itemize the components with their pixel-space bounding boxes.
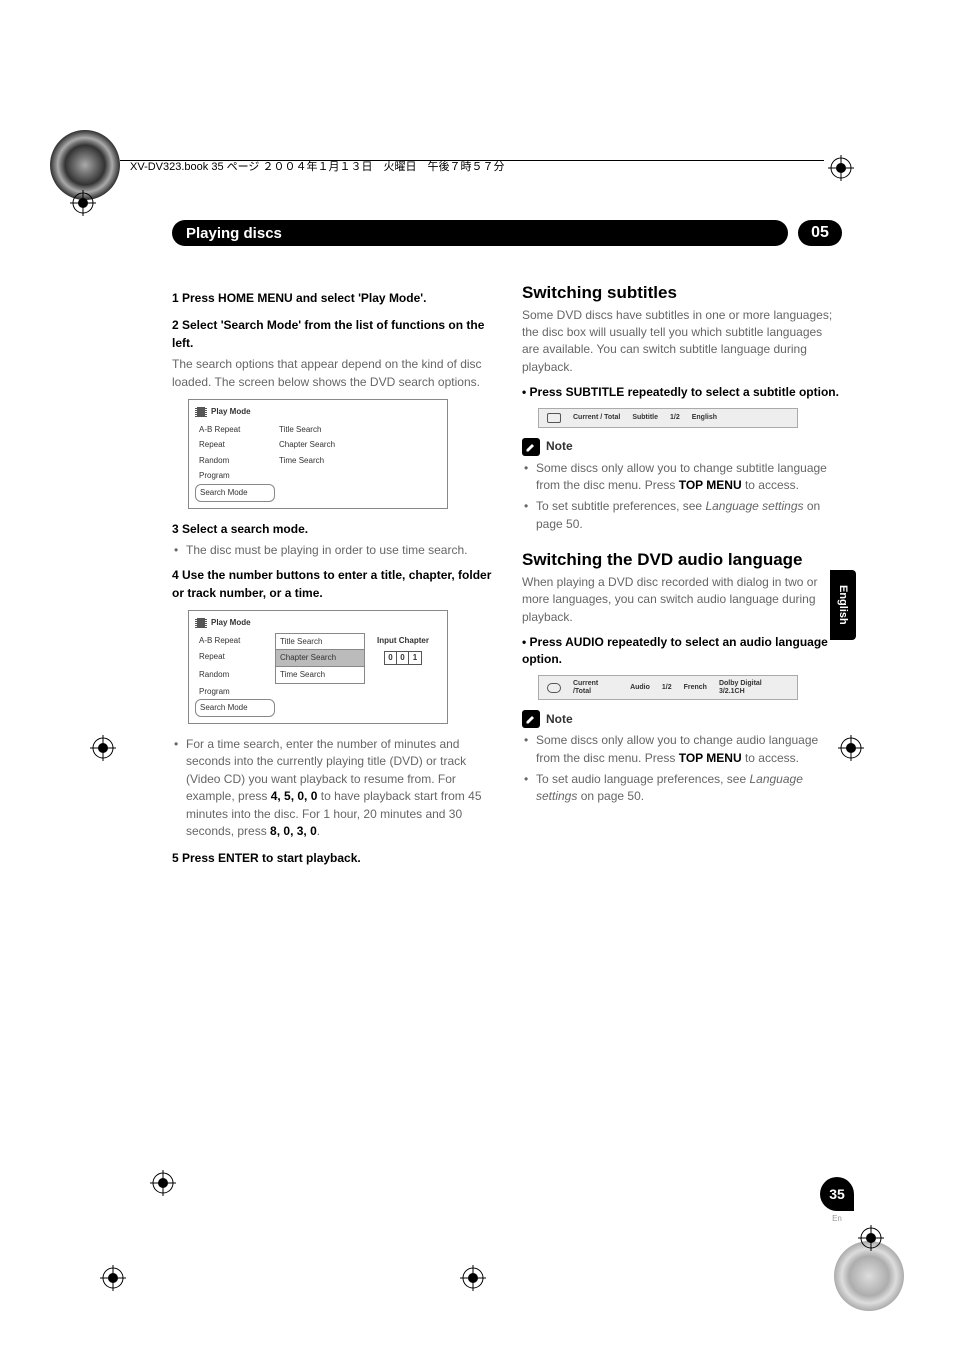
audio-note-2: To set audio language preferences, see L… (522, 771, 842, 806)
step-1: 1 Press HOME MENU and select 'Play Mode'… (172, 290, 492, 307)
pencil-icon (522, 710, 540, 728)
menu-item: Program (195, 684, 275, 700)
step-4: 4 Use the number buttons to enter a titl… (172, 567, 492, 602)
registration-mark-icon (90, 735, 116, 761)
audio-body: When playing a DVD disc recorded with di… (522, 574, 842, 626)
right-column: Switching subtitles Some DVD discs have … (522, 284, 842, 872)
subtitles-body: Some DVD discs have subtitles in one or … (522, 307, 842, 377)
registration-mark-icon (828, 155, 854, 181)
screen-title: Play Mode (211, 617, 251, 629)
chapter-title: Playing discs (172, 220, 788, 246)
left-column: 1 Press HOME MENU and select 'Play Mode'… (172, 284, 492, 872)
menu-item: Program (195, 468, 275, 484)
chapter-title-bar: Playing discs 05 (172, 220, 842, 246)
menu-item: Time Search (275, 667, 365, 684)
audio-action: • Press AUDIO repeatedly to select an au… (522, 634, 842, 669)
film-icon (195, 407, 207, 417)
subtitle-osd: Current / Total Subtitle 1/2 English (538, 408, 798, 428)
play-mode-screen-1: Play Mode A-B RepeatTitle Search RepeatC… (188, 399, 448, 509)
audio-note-1: Some discs only allow you to change audi… (522, 732, 842, 767)
chapter-number: 05 (798, 220, 842, 246)
screen-title: Play Mode (211, 406, 251, 418)
menu-item: Random (195, 453, 275, 469)
page-lang: En (832, 1214, 842, 1223)
step-3-bullet: The disc must be playing in order to use… (172, 542, 492, 559)
subs-note-1: Some discs only allow you to change subt… (522, 460, 842, 495)
note-label: Note (546, 711, 573, 728)
note-label: Note (546, 438, 573, 455)
menu-item: Repeat (195, 437, 275, 453)
registration-mark-icon (858, 1225, 884, 1251)
menu-item-selected: Chapter Search (275, 649, 365, 667)
audio-osd: Current /Total Audio 1/2 French Dolby Di… (538, 675, 798, 700)
source-file-header: XV-DV323.book 35 ページ ２００４年１月１３日 火曜日 午後７時… (130, 158, 504, 174)
menu-item: A-B Repeat (195, 633, 275, 650)
input-label: Input Chapter (365, 633, 441, 650)
step-2-body: The search options that appear depend on… (172, 356, 492, 391)
pencil-icon (522, 438, 540, 456)
language-tab: English (830, 570, 856, 640)
menu-item-selected: Search Mode (195, 699, 275, 717)
menu-item: Chapter Search (275, 437, 365, 453)
step-2: 2 Select 'Search Mode' from the list of … (172, 317, 492, 352)
menu-item: Repeat (195, 649, 275, 667)
step-5: 5 Press ENTER to start playback. (172, 850, 492, 867)
menu-item: Random (195, 667, 275, 684)
note-header: Note (522, 438, 842, 456)
subtitles-action: • Press SUBTITLE repeatedly to select a … (522, 384, 842, 401)
registration-mark-icon (70, 190, 96, 216)
menu-item: A-B Repeat (195, 422, 275, 438)
film-icon (195, 618, 207, 628)
play-mode-screen-2: Play Mode A-B RepeatTitle SearchInput Ch… (188, 610, 448, 724)
note-header: Note (522, 710, 842, 728)
input-digits: 001 (384, 651, 422, 665)
registration-mark-icon (460, 1265, 486, 1291)
menu-item-selected: Search Mode (195, 484, 275, 502)
print-corner-mark-br (834, 1241, 904, 1311)
page-number: 35 (829, 1186, 845, 1202)
menu-item: Title Search (275, 633, 365, 650)
content-area: Playing discs 05 English 1 Press HOME ME… (172, 220, 842, 872)
page-number-badge: 35 En (820, 1177, 854, 1211)
menu-item: Title Search (275, 422, 365, 438)
subtitle-icon (547, 413, 561, 423)
section-heading-audio: Switching the DVD audio language (522, 551, 842, 570)
audio-icon (547, 683, 561, 693)
menu-item: Time Search (275, 453, 365, 469)
time-search-bullet: For a time search, enter the number of m… (172, 736, 492, 840)
section-heading-subtitles: Switching subtitles (522, 284, 842, 303)
step-3: 3 Select a search mode. (172, 521, 492, 538)
subs-note-2: To set subtitle preferences, see Languag… (522, 498, 842, 533)
manual-page: XV-DV323.book 35 ページ ２００４年１月１３日 火曜日 午後７時… (0, 0, 954, 1351)
registration-mark-icon (150, 1170, 176, 1196)
registration-mark-icon (100, 1265, 126, 1291)
